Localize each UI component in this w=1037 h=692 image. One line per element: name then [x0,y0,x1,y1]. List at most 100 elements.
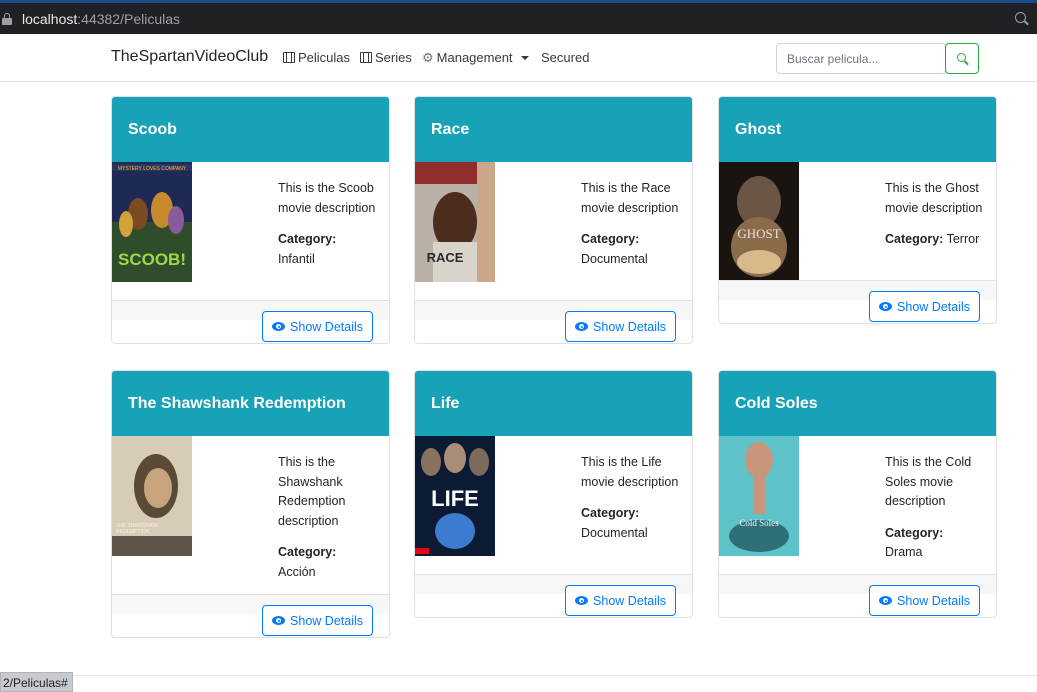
show-details-button[interactable]: Show Details [869,585,980,616]
nav-item-label: Management [436,50,513,65]
movie-card: Life LIFE This is the Life movie descrip… [414,370,693,618]
lock-icon [2,13,12,25]
card-title: Cold Soles [735,394,818,412]
show-details-label: Show Details [290,613,363,628]
card-footer: Show Details [112,594,389,637]
movie-card: The Shawshank Redemption THE SHAWSHANK R… [111,370,390,638]
show-details-button[interactable]: Show Details [262,311,373,342]
search-button[interactable] [945,43,979,74]
nav-item-label: Peliculas [298,50,351,65]
eye-icon [575,596,589,605]
svg-text:REDEMPTION: REDEMPTION [116,529,150,535]
show-details-label: Show Details [897,299,970,314]
card-header: Race [415,97,692,162]
film-icon [283,52,295,63]
top-navbar: TheSpartanVideoClub Peliculas Series ⚙ M… [0,34,1037,82]
category-value: Acción [278,564,316,579]
card-footer: Show Details [415,300,692,343]
eye-icon [575,322,589,331]
movie-poster: GHOST [719,162,799,282]
nav-item-secured[interactable]: Secured [541,50,589,65]
show-details-button[interactable]: Show Details [565,585,676,616]
svg-text:GHOST: GHOST [737,226,780,241]
show-details-label: Show Details [593,319,666,334]
show-details-label: Show Details [897,593,970,608]
show-details-label: Show Details [593,593,666,608]
card-header: Ghost [719,97,996,162]
movie-card: Race RACE This is the Race movie descrip… [414,96,693,344]
card-title: The Shawshank Redemption [128,394,346,412]
card-text: This is the Scoob movie description Cate… [278,179,382,269]
show-details-button[interactable]: Show Details [565,311,676,342]
card-title: Ghost [735,120,782,138]
show-details-button[interactable]: Show Details [869,291,980,322]
nav-item-label: Series [375,50,412,65]
card-title: Race [431,120,470,138]
card-footer: Show Details [112,300,389,343]
card-text: This is the Shawshank Redemption descrip… [278,453,382,582]
zoom-icon[interactable] [1015,12,1029,26]
category-value: Terror [946,232,980,246]
divider [0,675,1037,676]
card-header: Cold Soles [719,371,996,436]
card-footer: Show Details [415,574,692,617]
category-label: Category: [885,525,944,540]
category-label: Category: [278,545,337,559]
card-text: This is the Ghost movie description Cate… [885,179,989,250]
movie-description: This is the Life movie description [581,455,679,489]
browser-address-bar: localhost:44382/Peliculas [0,0,1037,34]
movie-poster: MYSTERY LOVES COMPANY SCOOB! [112,162,192,282]
card-footer: Show Details [719,280,996,323]
status-bar-url: 2/Peliculas# [0,672,73,692]
card-text: This is the Cold Soles movie description… [885,453,989,563]
category-value: Documental [581,251,648,266]
eye-icon [272,616,286,625]
show-details-button[interactable]: Show Details [262,605,373,636]
film-icon [360,52,372,63]
category-label: Category: [885,232,944,246]
movie-poster: Cold Soles [719,436,799,556]
card-header: The Shawshank Redemption [112,371,389,436]
movie-poster: THE SHAWSHANK REDEMPTION [112,436,192,556]
card-text: This is the Race movie description Categ… [581,179,685,269]
eye-icon [879,596,893,605]
chevron-down-icon [520,55,529,60]
svg-text:RACE: RACE [427,250,464,265]
movie-description: This is the Race movie description [581,181,679,215]
card-header: Scoob [112,97,389,162]
category-value: Documental [581,525,648,540]
svg-text:SCOOB!: SCOOB! [118,250,186,269]
brand-link[interactable]: TheSpartanVideoClub [111,48,268,66]
movie-card: Ghost GHOST This is the Ghost movie desc… [718,96,997,324]
category-label: Category: [278,232,337,246]
nav-item-label: Secured [541,50,590,65]
category-value: Infantil [278,251,315,266]
nav-item-peliculas[interactable]: Peliculas [283,50,350,65]
nav-item-series[interactable]: Series [360,50,412,65]
svg-text:LIFE: LIFE [431,486,479,511]
card-footer: Show Details [719,574,996,617]
movie-poster: LIFE [415,436,495,556]
movie-description: This is the Shawshank Redemption descrip… [278,455,346,528]
category-label: Category: [581,506,640,520]
card-title: Scoob [128,120,177,138]
movie-poster: RACE [415,162,495,282]
eye-icon [272,322,286,331]
movie-description: This is the Cold Soles movie description [885,455,972,508]
card-text: This is the Life movie description Categ… [581,453,685,543]
search-input[interactable] [776,43,946,74]
nav-item-management[interactable]: ⚙ Management [422,50,529,65]
svg-text:MYSTERY LOVES COMPANY: MYSTERY LOVES COMPANY [118,166,187,172]
movie-description: This is the Ghost movie description [885,181,983,215]
gear-icon: ⚙ [422,50,434,65]
eye-icon [879,302,893,311]
movie-description: This is the Scoob movie description [278,181,376,215]
card-header: Life [415,371,692,436]
category-value: Drama [885,545,923,559]
card-title: Life [431,394,460,412]
address-url[interactable]: localhost:44382/Peliculas [22,11,180,27]
svg-text:Cold Soles: Cold Soles [739,518,779,528]
category-label: Category: [581,232,640,246]
show-details-label: Show Details [290,319,363,334]
movie-card: Cold Soles Cold Soles This is the Cold S… [718,370,997,618]
